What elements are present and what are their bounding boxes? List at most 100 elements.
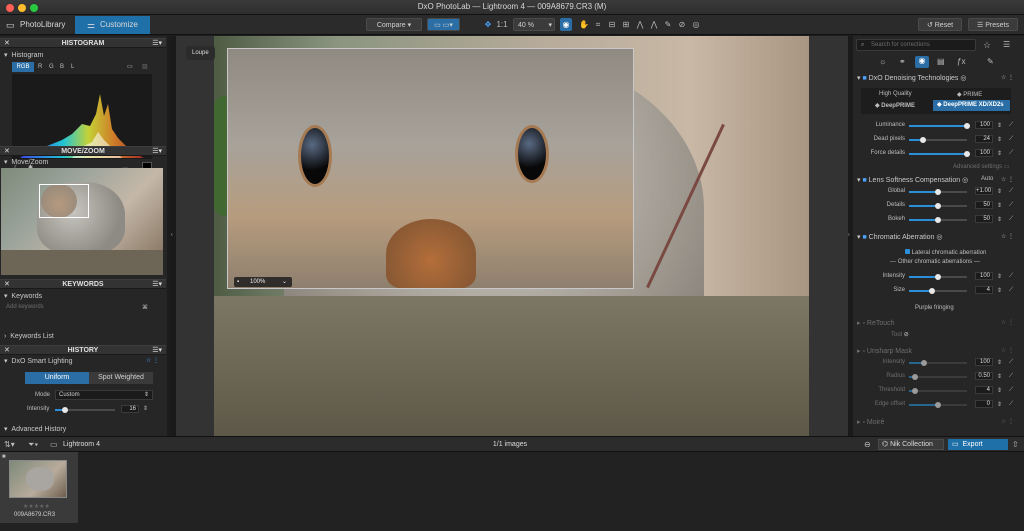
slider-value[interactable]: 4: [975, 386, 993, 394]
close-icon[interactable]: ✕: [4, 346, 10, 355]
close-icon[interactable]: ✕: [4, 39, 10, 48]
nik-collection-button[interactable]: ⌬ Nik Collection: [878, 439, 944, 450]
keywords-header[interactable]: ✕ KEYWORDS ☰▾: [0, 279, 166, 289]
moire-section[interactable]: ▸ ▫ Moiré: [857, 418, 884, 426]
movezoom-header[interactable]: ✕ MOVE/ZOOM ☰▾: [0, 146, 166, 156]
slider-knob[interactable]: [921, 360, 927, 366]
lens-auto[interactable]: Auto: [981, 176, 993, 182]
tab-customize[interactable]: ⚌ Customize: [75, 16, 150, 34]
purple-fringing-toggle[interactable]: Purple fringing: [915, 305, 954, 311]
slider-value[interactable]: 100: [975, 358, 993, 366]
pipette-icon[interactable]: ⟋: [1009, 401, 1013, 408]
stepper-icon[interactable]: ⇕: [997, 136, 1002, 143]
settings-icon[interactable]: ☰: [1003, 40, 1010, 49]
slider-knob[interactable]: [964, 123, 970, 129]
slider-track[interactable]: [909, 189, 967, 195]
spot-weighted-button[interactable]: Spot Weighted: [89, 372, 153, 384]
loupe-minus-icon[interactable]: ▪: [237, 277, 239, 287]
local-adjust-tab-icon[interactable]: ✎: [987, 57, 994, 66]
stepper-icon[interactable]: ⇕: [997, 387, 1002, 394]
slider-value[interactable]: 0.50: [975, 372, 993, 380]
close-icon[interactable]: ✕: [4, 147, 10, 156]
menu-icon[interactable]: ☰▾: [152, 39, 162, 48]
slider-track[interactable]: [909, 123, 970, 129]
sort-icon[interactable]: ⇅▾: [4, 440, 15, 449]
filter-icon[interactable]: ⏷▾: [28, 440, 38, 450]
pipette-icon[interactable]: ⟋: [1009, 373, 1013, 380]
menu-icon[interactable]: ☰▾: [152, 147, 162, 156]
slider-value[interactable]: 50: [975, 215, 993, 223]
pipette-icon[interactable]: ⟋: [1009, 387, 1013, 394]
denoise-section[interactable]: ▾ ■ DxO Denoising Technologies ◎: [857, 74, 966, 82]
pipette-icon[interactable]: ⟋: [1009, 136, 1013, 143]
slider-knob[interactable]: [935, 189, 941, 195]
corrections-search-input[interactable]: ⌕ Search for corrections: [856, 39, 976, 51]
stepper-icon[interactable]: ⇕: [997, 122, 1002, 129]
stepper-icon[interactable]: ⇕: [997, 202, 1002, 209]
pipette-icon[interactable]: ⟋: [1009, 202, 1013, 209]
pipette-icon[interactable]: ⟋: [1009, 216, 1013, 223]
local-adjust-tool-icon[interactable]: ⋀: [648, 18, 660, 31]
menu-icon[interactable]: ☰▾: [152, 280, 162, 289]
export-button[interactable]: ▭ Export: [948, 439, 1008, 450]
stepper-icon[interactable]: ⇕: [997, 359, 1002, 366]
slider-track[interactable]: [909, 402, 967, 408]
pipette-icon[interactable]: ⟋: [1009, 122, 1013, 129]
slider-knob[interactable]: [935, 217, 941, 223]
slider-value[interactable]: 50: [975, 201, 993, 209]
eye-icon[interactable]: ◎: [962, 177, 968, 184]
lens-star-icon[interactable]: ☆ ⋮: [1001, 176, 1014, 183]
pipette-icon[interactable]: ⟋: [1009, 273, 1013, 280]
horizon-tool-icon[interactable]: ⊟: [606, 18, 618, 31]
menu-icon[interactable]: ☰▾: [152, 346, 162, 355]
mode-deepprime-xd[interactable]: ◆ DeepPRIME XD/XD2s: [933, 100, 1010, 111]
reset-button[interactable]: ↺ Reset: [918, 18, 962, 31]
keywords-input[interactable]: Add keywords: [6, 304, 141, 310]
image-viewer[interactable]: Loupe ▪ 100% ⌄: [176, 36, 848, 436]
navigator-preview[interactable]: [1, 168, 163, 275]
stepper-icon[interactable]: ⇕: [997, 401, 1002, 408]
stepper-icon[interactable]: ⇕: [143, 405, 148, 412]
intensity-slider[interactable]: [55, 407, 115, 413]
slider-knob[interactable]: [935, 274, 941, 280]
slider-track[interactable]: [909, 217, 967, 223]
intensity-value[interactable]: 16: [121, 405, 139, 413]
eye-icon[interactable]: ◎: [936, 234, 942, 241]
slider-track[interactable]: [909, 388, 967, 394]
perspective-tool-icon[interactable]: ⊞: [620, 18, 632, 31]
loupe-dropdown-icon[interactable]: ⌄: [282, 277, 287, 287]
slider-track[interactable]: [909, 288, 967, 294]
brush-tool-icon[interactable]: ✎: [662, 18, 674, 31]
channel-b[interactable]: B: [60, 64, 64, 70]
chroma-section[interactable]: ▾ ■ Chromatic Aberration ◎: [857, 233, 942, 241]
advanced-settings[interactable]: Advanced settings ▭: [953, 163, 1009, 170]
crop-tool-icon[interactable]: ⌗: [592, 18, 604, 31]
slider-value[interactable]: 100: [975, 149, 993, 157]
mode-prime[interactable]: ◆ PRIME: [957, 91, 982, 98]
unsharp-section[interactable]: ▸ ▫ Unsharp Mask: [857, 347, 912, 355]
slider-knob[interactable]: [935, 203, 941, 209]
stepper-icon[interactable]: ⇕: [997, 150, 1002, 157]
slider-track[interactable]: [909, 374, 967, 380]
stepper-icon[interactable]: ⇕: [997, 287, 1002, 294]
pipette-icon[interactable]: ⟋: [1009, 150, 1013, 157]
history-header[interactable]: ✕ HISTORY ☰▾: [0, 345, 166, 355]
keywords-list[interactable]: › Keywords List: [4, 333, 54, 340]
bandage-icon[interactable]: ⊘: [904, 332, 909, 338]
movezoom-sub[interactable]: ▾ Move/Zoom: [4, 158, 48, 166]
mode-select[interactable]: Custom ⇕: [55, 390, 153, 400]
thumbnail-stars[interactable]: ★★★★★: [23, 503, 50, 510]
channel-rgb[interactable]: RGB: [12, 62, 34, 72]
loupe-zoom-control[interactable]: ▪ 100% ⌄: [234, 277, 292, 287]
thumbnail-card[interactable]: ■ ★★★★★ 009A8679.CR3: [0, 452, 78, 523]
slider-knob[interactable]: [935, 402, 941, 408]
zoom-select[interactable]: 40 % ▾: [513, 18, 555, 31]
monitor-icon[interactable]: ▭: [127, 63, 133, 70]
smart-lighting-tool[interactable]: ▾ DxO Smart Lighting: [4, 357, 73, 365]
retouch-star-icon[interactable]: ☆ ⋮: [1001, 319, 1014, 326]
slider-value[interactable]: 100: [975, 121, 993, 129]
retouch-section[interactable]: ▸ ▫ ReTouch: [857, 319, 895, 327]
advanced-history[interactable]: ▾ Advanced History: [4, 425, 66, 433]
moire-star-icon[interactable]: ☆ ⋮: [1001, 418, 1014, 425]
repair-tool-icon[interactable]: ⋀: [634, 18, 646, 31]
